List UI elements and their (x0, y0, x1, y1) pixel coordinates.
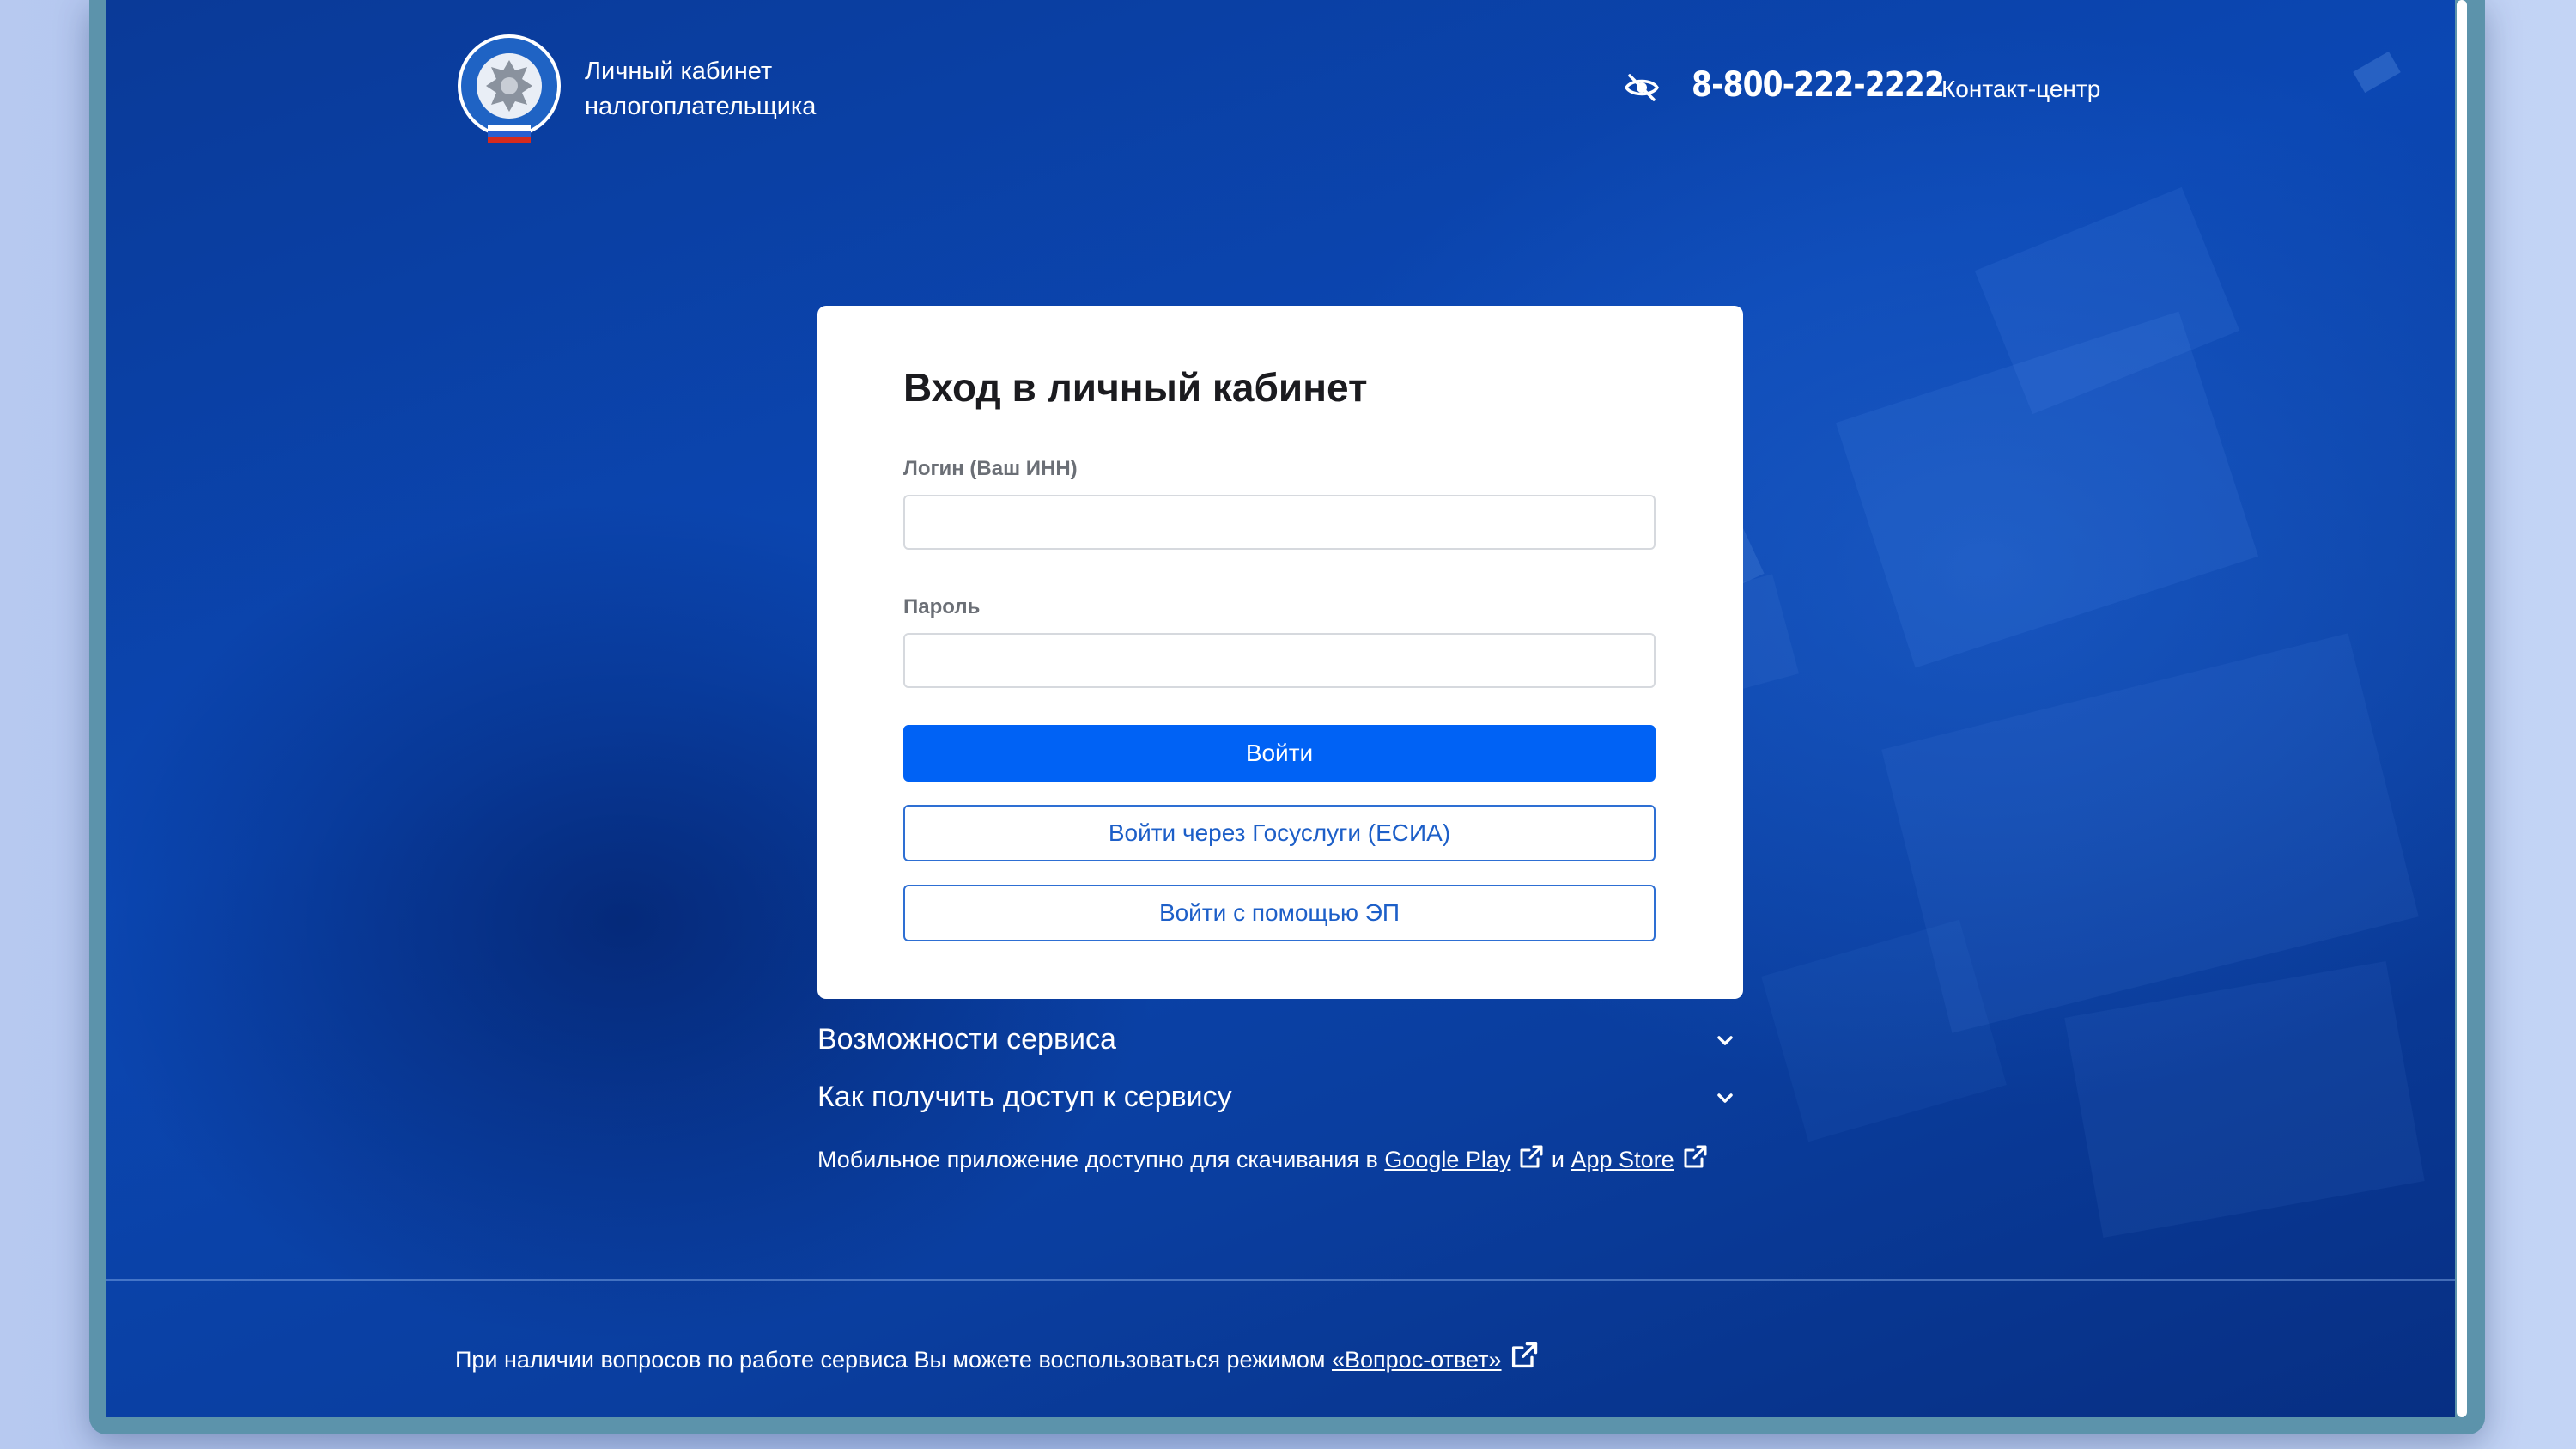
chevron-down-icon (1717, 1036, 1733, 1045)
site-title[interactable]: Личный кабинет налогоплательщика (585, 54, 816, 125)
fns-emblem-icon[interactable] (453, 33, 565, 149)
site-title-line2: налогоплательщика (585, 93, 817, 120)
accordion-label: Возможности сервиса (817, 1023, 1116, 1056)
footer-notice: При наличии вопросов по работе сервиса В… (455, 1340, 1540, 1373)
gosuslugi-login-button[interactable]: Войти через Госуслуги (ЕСИА) (903, 805, 1656, 861)
footer-text: При наличии вопросов по работе сервиса В… (455, 1347, 1332, 1373)
eye-slash-icon[interactable] (1623, 70, 1661, 105)
google-play-link[interactable]: Google Play (1384, 1145, 1545, 1172)
google-play-label: Google Play (1384, 1147, 1511, 1172)
external-link-icon (1511, 1342, 1537, 1368)
app-store-label: App Store (1571, 1147, 1674, 1172)
page-title: Вход в личный кабинет (903, 365, 1368, 410)
mobile-app-notice: Мобильное приложение доступно для скачив… (817, 1143, 1709, 1173)
faq-link-label: «Вопрос-ответ» (1332, 1347, 1502, 1373)
faq-link[interactable]: «Вопрос-ответ» (1332, 1342, 1540, 1373)
mobile-and-text: и (1545, 1147, 1571, 1172)
contact-center-link[interactable]: Контакт-центр (1941, 76, 2100, 103)
accordion-service-features[interactable]: Возможности сервиса (817, 1016, 1743, 1064)
site-title-line1: Личный кабинет (585, 58, 773, 85)
hotline-phone[interactable]: 8-800-222-2222 (1692, 65, 1945, 105)
login-label: Логин (Ваш ИНН) (903, 457, 1078, 480)
app-store-link[interactable]: App Store (1571, 1145, 1709, 1172)
footer-divider (106, 1279, 2455, 1281)
mobile-app-text: Мобильное приложение доступно для скачив… (817, 1147, 1385, 1172)
ep-login-button[interactable]: Войти с помощью ЭП (903, 885, 1656, 941)
chevron-down-icon (1717, 1093, 1733, 1103)
password-label: Пароль (903, 595, 981, 618)
external-link-icon (1684, 1145, 1707, 1168)
accordion-label: Как получить доступ к сервису (817, 1081, 1232, 1113)
password-input[interactable] (903, 633, 1656, 688)
accordion-get-access[interactable]: Как получить доступ к сервису (817, 1074, 1743, 1122)
scrollbar[interactable] (2457, 0, 2467, 1417)
login-button[interactable]: Войти (903, 725, 1656, 782)
external-link-icon (1520, 1145, 1543, 1168)
login-input[interactable] (903, 495, 1656, 550)
login-card: Вход в личный кабинет Логин (Ваш ИНН) Па… (817, 306, 1743, 999)
